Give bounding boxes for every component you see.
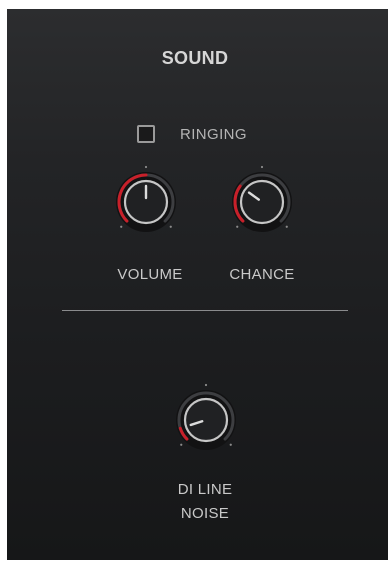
- chance-knob[interactable]: [222, 162, 302, 242]
- knob-tick: [144, 165, 148, 169]
- knob-tick: [180, 443, 183, 446]
- knob-body: [183, 397, 229, 443]
- di-line-noise-label-line1: DI LINE: [177, 481, 233, 498]
- di-line-noise-label: DI LINE NOISE: [155, 478, 255, 526]
- di-line-noise-knob[interactable]: [166, 380, 246, 460]
- ringing-label: RINGING: [180, 125, 247, 143]
- volume-knob[interactable]: [106, 162, 186, 242]
- knob-tick: [204, 383, 208, 387]
- knob-body: [239, 179, 285, 225]
- di-line-noise-label-line2: NOISE: [180, 505, 230, 522]
- knob-tick: [285, 225, 288, 228]
- section-title: SOUND: [161, 48, 229, 68]
- volume-label: VOLUME: [117, 266, 183, 283]
- section-divider: [62, 310, 348, 311]
- ringing-toggle[interactable]: RINGING: [137, 123, 247, 145]
- ringing-checkbox[interactable]: [137, 125, 155, 143]
- knob-tick: [120, 225, 123, 228]
- knob-tick: [236, 225, 239, 228]
- chance-label: CHANCE: [229, 266, 295, 283]
- knob-tick: [260, 165, 264, 169]
- knob-tick: [169, 225, 172, 228]
- knob-tick: [229, 443, 232, 446]
